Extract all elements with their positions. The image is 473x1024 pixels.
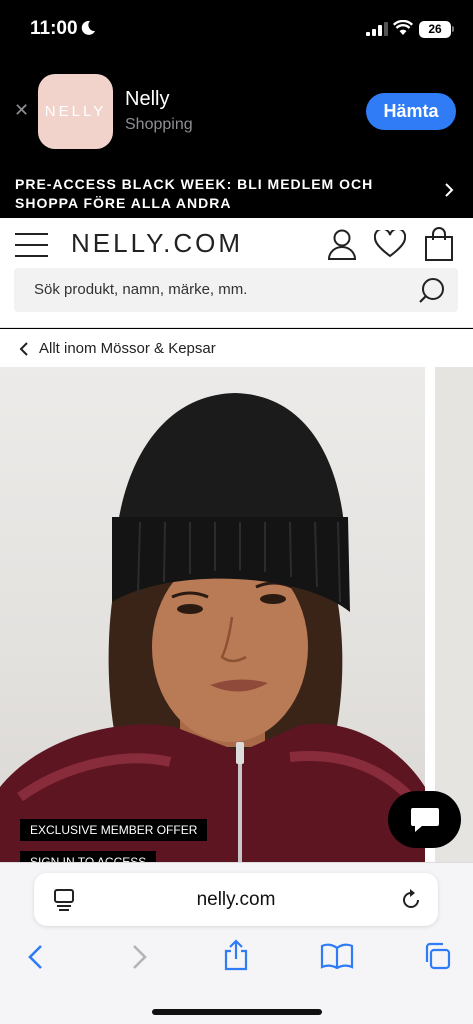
status-bar: 11:00 26 <box>0 0 473 62</box>
chat-button[interactable] <box>388 791 461 848</box>
product-gallery[interactable]: EXCLUSIVE MEMBER OFFER SIGN IN TO ACCESS <box>0 367 473 862</box>
app-icon[interactable]: NELLY <box>38 74 113 149</box>
sign-in-badge[interactable]: SIGN IN TO ACCESS <box>20 851 157 862</box>
shopping-bag-icon[interactable] <box>425 227 453 261</box>
get-app-button[interactable]: Hämta <box>366 93 456 130</box>
battery-indicator: 26 <box>419 21 451 38</box>
forward-icon[interactable] <box>128 943 150 971</box>
app-category: Shopping <box>125 116 193 133</box>
breadcrumb[interactable]: Allt inom Mössor & Kepsar <box>0 329 473 367</box>
search-bar[interactable]: Sök produkt, namn, märke, mm. <box>14 268 458 312</box>
reload-icon[interactable] <box>400 889 422 911</box>
wifi-icon <box>393 20 413 35</box>
address-bar[interactable]: nelly.com <box>34 873 438 926</box>
home-indicator <box>152 1009 322 1015</box>
battery-tip <box>452 26 454 32</box>
cellular-signal-icon <box>366 22 388 36</box>
status-time: 11:00 <box>30 18 78 39</box>
site-header: NELLY.COM Sök produkt, namn, märke, mm. <box>0 218 473 328</box>
url-text[interactable]: nelly.com <box>34 889 438 911</box>
promo-bar[interactable]: PRE-ACCESS BLACK WEEK: BLI MEDLEM OCH SH… <box>0 164 473 218</box>
chevron-right-icon <box>445 183 454 197</box>
search-icon[interactable] <box>418 277 446 305</box>
member-offer-badge: EXCLUSIVE MEMBER OFFER <box>20 819 208 841</box>
bookmarks-icon[interactable] <box>320 943 354 969</box>
search-input[interactable]: Sök produkt, namn, märke, mm. <box>34 281 247 298</box>
moon-icon <box>81 20 95 35</box>
site-logo[interactable]: NELLY.COM <box>71 228 243 259</box>
chevron-left-icon <box>19 342 28 356</box>
product-image[interactable]: EXCLUSIVE MEMBER OFFER SIGN IN TO ACCESS <box>0 367 425 862</box>
share-icon[interactable] <box>222 939 250 971</box>
breadcrumb-label: Allt inom Mössor & Kepsar <box>39 340 216 357</box>
smart-app-banner: ✕ NELLY Nelly Shopping Hämta <box>0 62 473 164</box>
back-icon[interactable] <box>25 943 47 971</box>
user-icon[interactable] <box>327 228 357 260</box>
close-icon[interactable]: ✕ <box>14 100 29 121</box>
next-product-image[interactable] <box>435 367 473 862</box>
tabs-icon[interactable] <box>423 942 451 970</box>
hamburger-menu-icon[interactable] <box>15 232 48 258</box>
promo-text: PRE-ACCESS BLACK WEEK: BLI MEDLEM OCH SH… <box>15 176 374 211</box>
heart-icon[interactable] <box>374 230 406 258</box>
browser-toolbar: nelly.com <box>0 862 473 1024</box>
chat-icon <box>411 808 439 832</box>
app-name: Nelly <box>125 88 170 110</box>
product-photo-illustration <box>0 393 425 862</box>
